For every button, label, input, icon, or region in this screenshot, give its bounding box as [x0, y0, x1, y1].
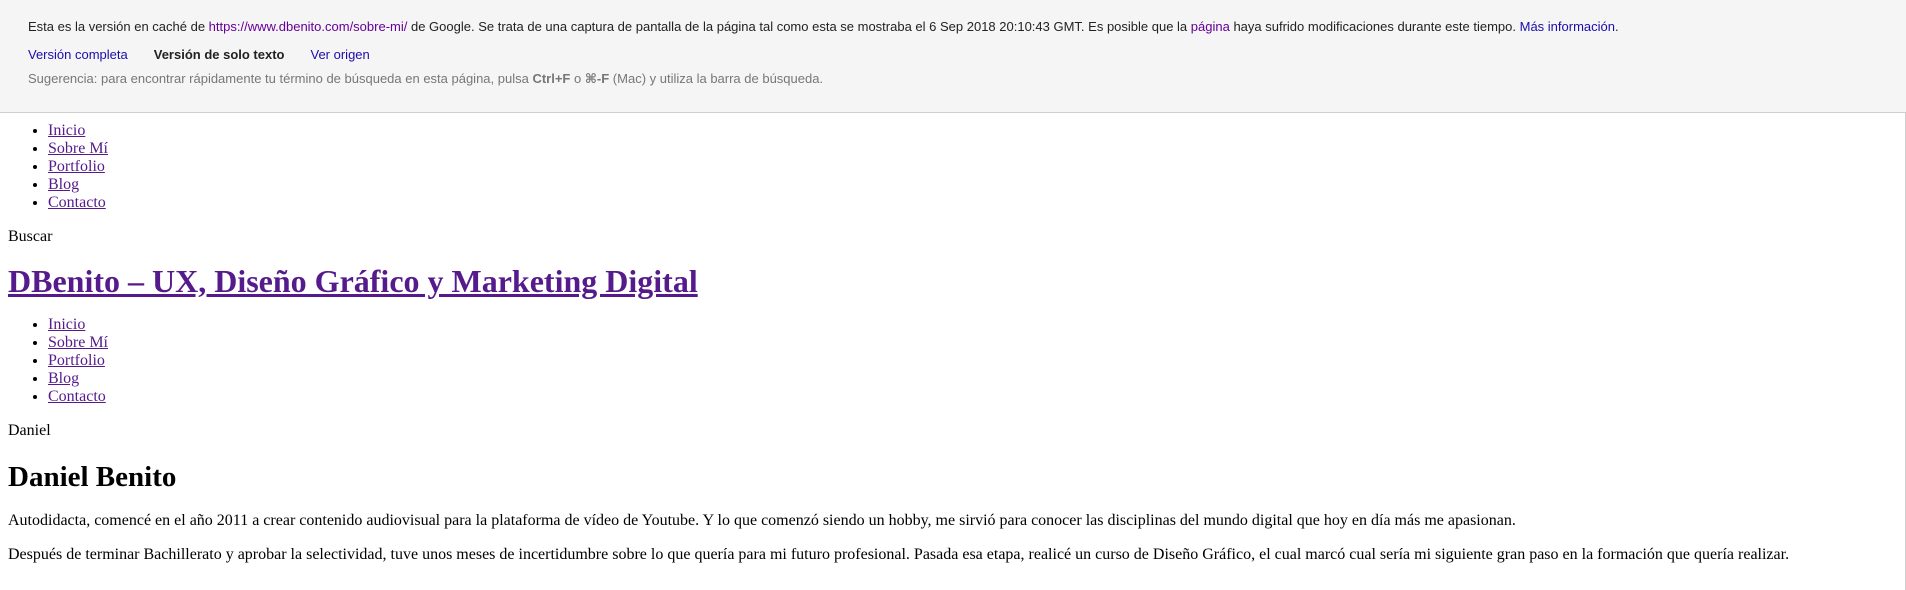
nav-link-contacto[interactable]: Contacto [48, 194, 106, 211]
nav2-link-blog[interactable]: Blog [48, 370, 79, 387]
tip-key-cmd-f: ⌘-F [584, 71, 610, 86]
nav-item-inicio: Inicio [48, 122, 1888, 140]
cache-notice: Esta es la versión en caché de https://w… [28, 19, 1619, 35]
nav-link-portfolio[interactable]: Portfolio [48, 158, 105, 175]
tip-text-before: Sugerencia: para encontrar rápidamente t… [28, 71, 533, 86]
nav-link-blog[interactable]: Blog [48, 176, 79, 193]
nav-item-sobre-mi: Sobre Mí [48, 140, 1888, 158]
cached-url-link[interactable]: https://www.dbenito.com/sobre-mi/ [209, 19, 408, 34]
nav-link-inicio[interactable]: Inicio [48, 122, 85, 139]
nav-item-portfolio: Portfolio [48, 158, 1888, 176]
nav2-item-blog: Blog [48, 370, 1888, 388]
nav2-item-contacto: Contacto [48, 388, 1888, 406]
nav2-link-sobre-mi[interactable]: Sobre Mí [48, 334, 108, 351]
cache-notice-tail: haya sufrido modificaciones durante este… [1229, 19, 1520, 34]
nav-link-sobre-mi[interactable]: Sobre Mí [48, 140, 108, 157]
top-navigation: Inicio Sobre Mí Portfolio Blog Contacto [8, 122, 1888, 212]
cache-notice-text: de Google. Se trata de una captura de pa… [407, 19, 1191, 34]
view-source-link[interactable]: Ver origen [311, 47, 370, 62]
tip-text-middle: o [570, 71, 585, 86]
secondary-navigation: Inicio Sobre Mí Portfolio Blog Contacto [8, 316, 1888, 406]
tip-key-ctrl-f: Ctrl+F [532, 71, 571, 86]
nav2-link-portfolio[interactable]: Portfolio [48, 352, 105, 369]
text-only-version-label: Versión de solo texto [153, 47, 285, 62]
nav2-link-inicio[interactable]: Inicio [48, 316, 85, 333]
paragraph-intro: Autodidacta, comencé en el año 2011 a cr… [8, 512, 1516, 529]
profile-image-alt-text: Daniel [8, 422, 51, 439]
site-title-link[interactable]: DBenito – UX, Diseño Gráfico y Marketing… [8, 263, 698, 299]
paragraph-education: Después de terminar Bachillerato y aprob… [8, 546, 1790, 563]
more-info-link[interactable]: Más información [1520, 19, 1615, 34]
cache-version-links: Versión completa Versión de solo texto Ver… [28, 47, 370, 63]
nav2-link-contacto[interactable]: Contacto [48, 388, 106, 405]
nav-item-contacto: Contacto [48, 194, 1888, 212]
nav-item-blog: Blog [48, 176, 1888, 194]
nav2-item-sobre-mi: Sobre Mí [48, 334, 1888, 352]
nav2-item-inicio: Inicio [48, 316, 1888, 334]
search-tip: Sugerencia: para encontrar rápidamente t… [28, 71, 823, 87]
site-title: DBenito – UX, Diseño Gráfico y Marketing… [8, 262, 1888, 300]
cache-notice-end: . [1614, 19, 1619, 34]
search-label: Buscar [8, 228, 53, 245]
page-title: Daniel Benito [8, 461, 177, 493]
nav2-item-portfolio: Portfolio [48, 352, 1888, 370]
page-link[interactable]: página [1191, 19, 1230, 34]
page-content: Inicio Sobre Mí Portfolio Blog Contacto … [8, 122, 1888, 580]
tip-text-after: (Mac) y utiliza la barra de búsqueda. [609, 71, 824, 86]
cache-notice-intro: Esta es la versión en caché de [28, 19, 209, 34]
google-cache-banner: Esta es la versión en caché de https://w… [0, 0, 1906, 113]
full-version-link[interactable]: Versión completa [28, 47, 128, 62]
